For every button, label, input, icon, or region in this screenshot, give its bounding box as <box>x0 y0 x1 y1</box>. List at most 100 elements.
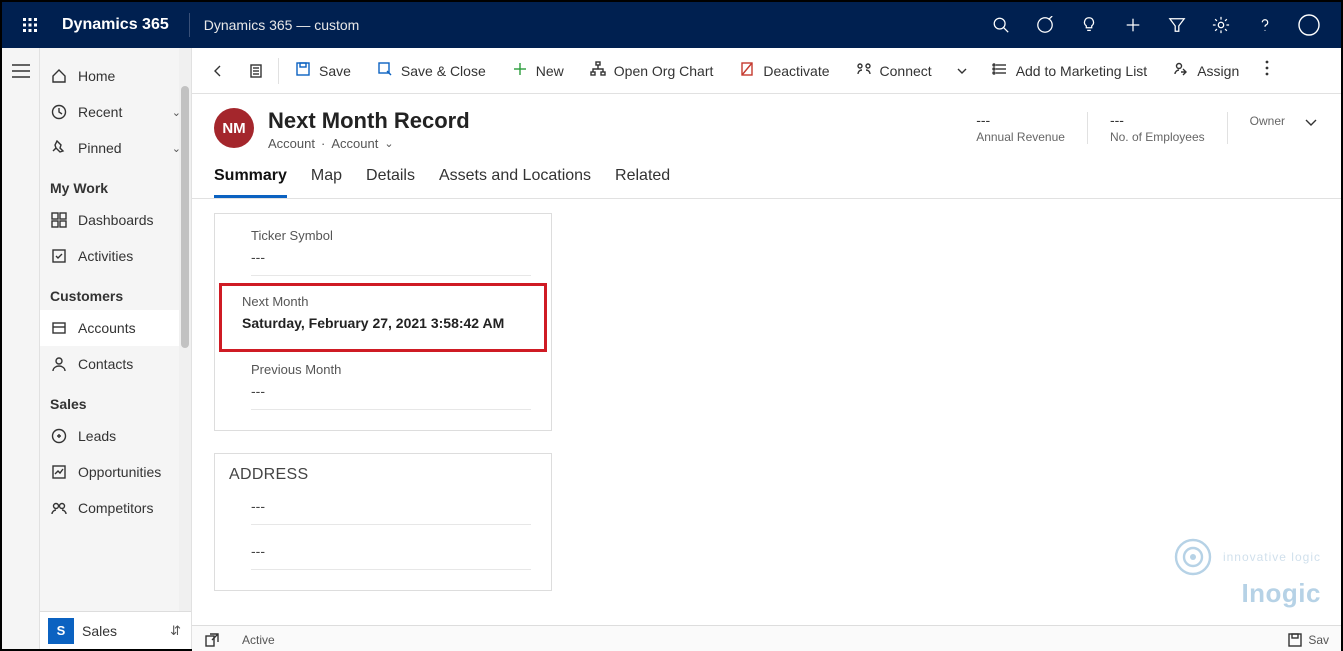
app-launcher-icon[interactable] <box>12 2 48 48</box>
record-subtitle: Account · Account ⌄ <box>268 136 470 151</box>
accounts-icon <box>50 320 68 336</box>
opportunities-icon <box>50 464 68 480</box>
sidebar-item-contacts[interactable]: Contacts <box>40 346 191 382</box>
plus-icon <box>512 61 528 80</box>
cmd-label: Deactivate <box>763 63 829 79</box>
nav-collapse-rail <box>2 48 40 649</box>
command-bar: Save Save & Close New Open Org Chart Dea… <box>192 48 1341 94</box>
save-close-icon <box>377 61 393 80</box>
more-commands-icon[interactable] <box>1253 60 1281 81</box>
record-body: Ticker Symbol --- Next Month Saturday, F… <box>192 199 1341 649</box>
search-icon[interactable] <box>979 2 1023 48</box>
sidebar-item-label: Accounts <box>78 320 136 336</box>
tab-map[interactable]: Map <box>311 167 342 198</box>
leads-icon <box>50 428 68 444</box>
status-bar: Active Sav <box>192 625 1341 651</box>
field-ticker[interactable]: Ticker Symbol --- <box>215 220 551 286</box>
connect-button[interactable]: Connect <box>844 48 944 94</box>
record-title: Next Month Record <box>268 108 470 134</box>
cmd-label: Save & Close <box>401 63 486 79</box>
record-entity: Account <box>268 136 315 151</box>
field-address-2[interactable]: --- <box>215 535 551 580</box>
area-name: Sales <box>82 623 117 639</box>
org-chart-icon <box>590 61 606 80</box>
cmd-label: New <box>536 63 564 79</box>
tab-related[interactable]: Related <box>615 167 670 198</box>
record-form[interactable]: Account <box>331 136 378 151</box>
connect-icon <box>856 61 872 80</box>
field-previous-month[interactable]: Previous Month --- <box>215 354 551 420</box>
cmd-label: Open Org Chart <box>614 63 714 79</box>
list-icon <box>992 61 1008 80</box>
save-icon <box>295 61 311 80</box>
sidebar-item-label: Activities <box>78 248 133 264</box>
sidebar-item-label: Competitors <box>78 500 153 516</box>
activities-icon <box>50 248 68 264</box>
deactivate-button[interactable]: Deactivate <box>727 48 841 94</box>
add-marketing-button[interactable]: Add to Marketing List <box>980 48 1160 94</box>
sidebar-group-sales: Sales <box>40 382 191 418</box>
sidebar-item-label: Contacts <box>78 356 133 372</box>
cmd-label: Add to Marketing List <box>1016 63 1148 79</box>
field-next-month[interactable]: Next Month Saturday, February 27, 2021 3… <box>222 286 544 349</box>
field-address-1[interactable]: --- <box>215 490 551 535</box>
assign-icon <box>1173 61 1189 80</box>
filter-icon[interactable] <box>1155 2 1199 48</box>
chevron-down-icon[interactable]: ⌄ <box>384 137 393 150</box>
sidebar-item-label: Pinned <box>78 140 122 156</box>
sidebar-item-dashboards[interactable]: Dashboards <box>40 202 191 238</box>
new-button[interactable]: New <box>500 48 576 94</box>
header-expand-icon[interactable] <box>1303 114 1319 135</box>
sidebar-item-activities[interactable]: Activities <box>40 238 191 274</box>
help-icon[interactable] <box>1243 2 1287 48</box>
plus-icon[interactable] <box>1111 2 1155 48</box>
sidebar-item-home[interactable]: Home <box>40 58 191 94</box>
brand-name[interactable]: Dynamics 365 <box>48 16 183 34</box>
lightbulb-icon[interactable] <box>1067 2 1111 48</box>
sidebar-item-label: Opportunities <box>78 464 161 480</box>
contacts-icon <box>50 356 68 372</box>
task-icon[interactable] <box>1023 2 1067 48</box>
save-close-button[interactable]: Save & Close <box>365 48 498 94</box>
open-org-chart-button[interactable]: Open Org Chart <box>578 48 726 94</box>
home-icon <box>50 68 68 84</box>
connect-dropdown[interactable] <box>946 48 978 94</box>
tab-assets[interactable]: Assets and Locations <box>439 167 591 198</box>
cmd-label: Connect <box>880 63 932 79</box>
form-selector-icon[interactable] <box>238 48 274 94</box>
sidebar-item-label: Home <box>78 68 115 84</box>
assign-button[interactable]: Assign <box>1161 48 1251 94</box>
sidebar-item-opportunities[interactable]: Opportunities <box>40 454 191 490</box>
sidebar-item-pinned[interactable]: Pinned ⌄ <box>40 130 191 166</box>
clock-icon <box>50 104 68 120</box>
sidebar-item-accounts[interactable]: Accounts <box>40 310 191 346</box>
sidebar-item-leads[interactable]: Leads <box>40 418 191 454</box>
popout-icon[interactable] <box>202 633 222 647</box>
user-avatar-icon[interactable] <box>1287 2 1331 48</box>
metric-num-employees[interactable]: --- No. of Employees <box>1110 112 1205 144</box>
hamburger-icon[interactable] <box>2 48 39 94</box>
cmd-label: Save <box>319 63 351 79</box>
footer-save-button[interactable]: Sav <box>1288 633 1331 647</box>
sidebar-scrollbar[interactable] <box>179 48 191 649</box>
tab-details[interactable]: Details <box>366 167 415 198</box>
header-metrics: --- Annual Revenue --- No. of Employees … <box>976 112 1285 144</box>
pin-icon <box>50 140 68 156</box>
sidebar-item-label: Recent <box>78 104 122 120</box>
sidebar-item-competitors[interactable]: Competitors <box>40 490 191 526</box>
record-tabs: Summary Map Details Assets and Locations… <box>192 151 1341 199</box>
metric-annual-revenue[interactable]: --- Annual Revenue <box>976 112 1065 144</box>
area-letter: S <box>48 618 74 644</box>
tab-summary[interactable]: Summary <box>214 167 287 198</box>
back-button[interactable] <box>200 48 236 94</box>
record-state: Active <box>242 633 275 647</box>
gear-icon[interactable] <box>1199 2 1243 48</box>
global-topbar: Dynamics 365 Dynamics 365 — custom <box>2 2 1341 48</box>
sidebar-item-recent[interactable]: Recent ⌄ <box>40 94 191 130</box>
environment-name[interactable]: Dynamics 365 — custom <box>196 17 360 33</box>
divider <box>189 13 190 37</box>
metric-owner[interactable]: Owner <box>1250 112 1285 128</box>
section-title-address: ADDRESS <box>215 454 551 490</box>
save-button[interactable]: Save <box>283 48 363 94</box>
area-switcher[interactable]: S Sales ⇵ <box>40 611 191 649</box>
